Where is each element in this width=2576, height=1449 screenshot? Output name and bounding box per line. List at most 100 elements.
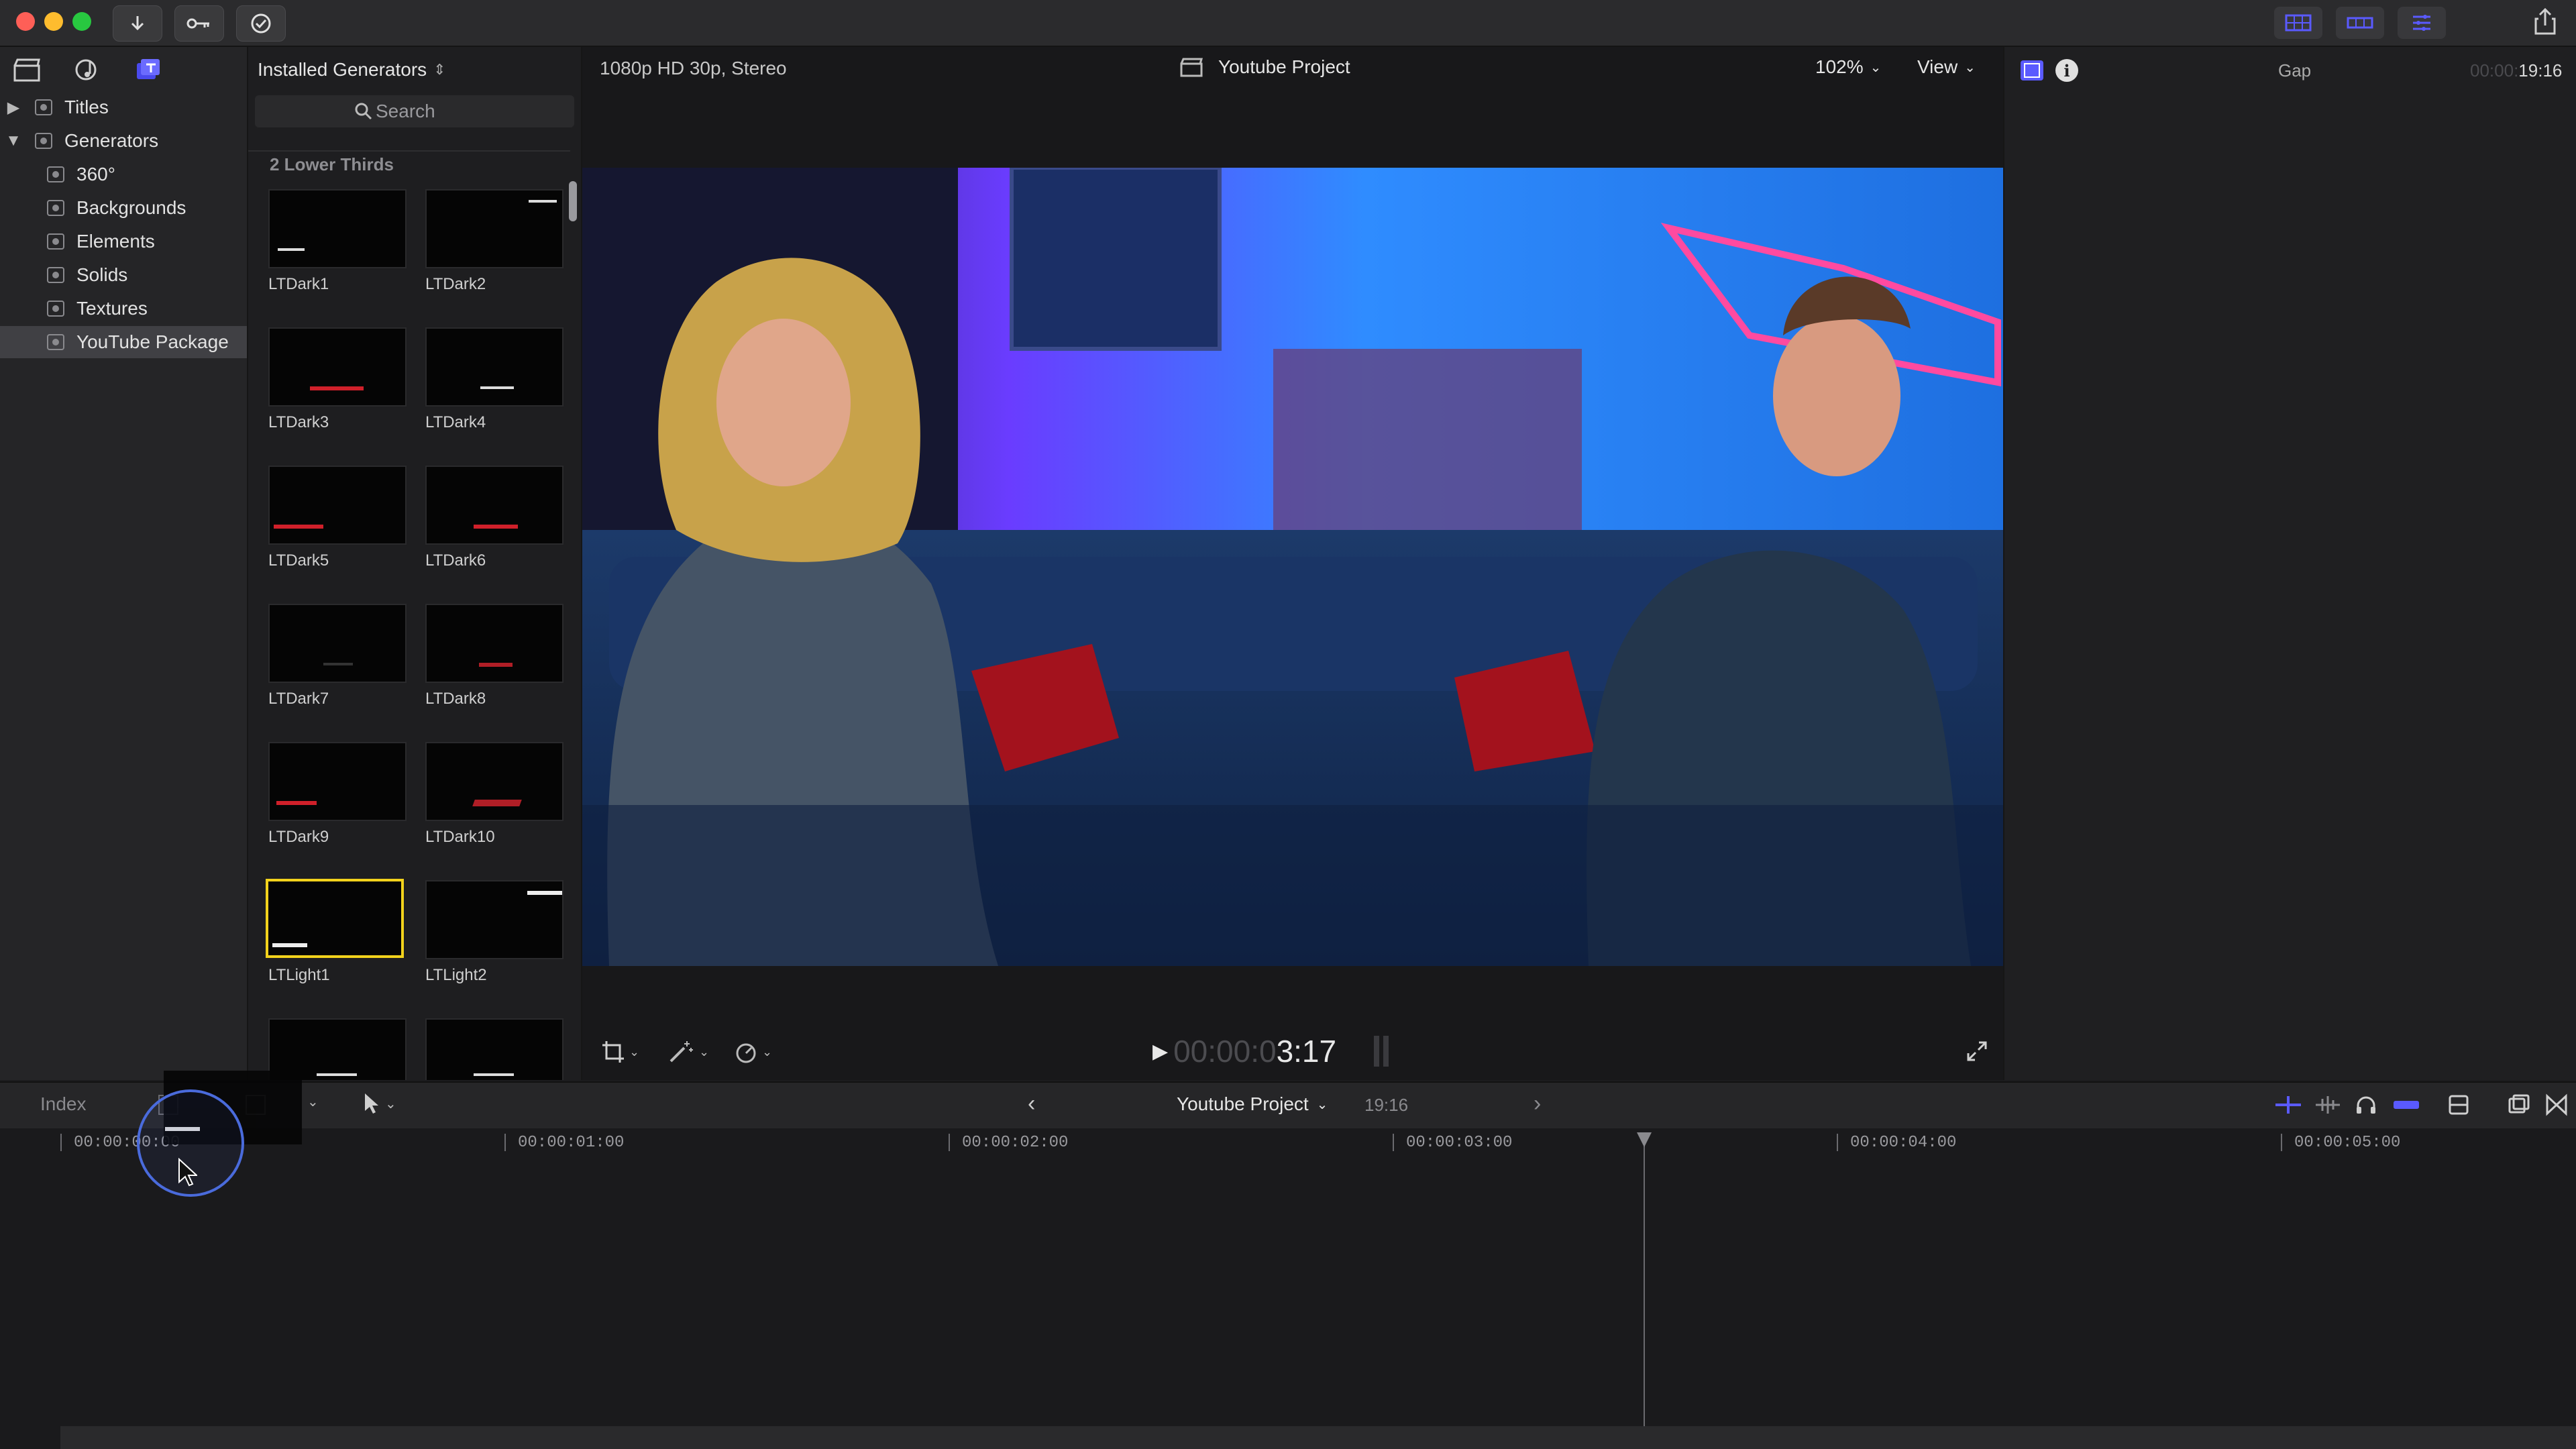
ruler-label: 00:00:03:00 <box>1406 1134 1513 1152</box>
browser-header: Installed Generators <box>258 59 427 80</box>
sidebar-item-label: 360° <box>76 164 115 184</box>
keywords-button[interactable] <box>174 5 224 42</box>
category-icon <box>47 166 64 182</box>
timeline-area[interactable] <box>0 1128 2576 1449</box>
chevron-down-icon: ⌄ <box>1870 60 1882 75</box>
ruler-tick <box>1837 1134 1838 1151</box>
thumb-label: LTDark5 <box>268 551 329 570</box>
generator-thumb-ltdark9[interactable] <box>268 742 407 821</box>
titles-generators-icon <box>137 59 160 79</box>
view-options-popup[interactable]: View ⌄ <box>1917 56 1976 78</box>
sidebar-item-360[interactable]: 360° <box>0 158 247 191</box>
info-icon[interactable]: i <box>2055 59 2078 82</box>
thumb-label: LTDark4 <box>425 413 486 431</box>
clip-appearance-icon <box>2449 1095 2469 1115</box>
timeline-forward-button[interactable]: › <box>1534 1091 1541 1117</box>
lower-third-bar <box>272 943 307 947</box>
sidebar-item-solids[interactable]: Solids <box>0 259 247 291</box>
speedometer-icon <box>736 1043 756 1063</box>
libraries-tab[interactable] <box>12 56 43 85</box>
sidebar-item-label: Textures <box>76 298 148 319</box>
lower-third-bar <box>323 663 353 665</box>
sidebar-item-elements[interactable]: Elements <box>0 225 247 258</box>
thumb-label: LTLight2 <box>425 966 487 984</box>
skimmer-line[interactable] <box>1644 1134 1645 1449</box>
snapping-toggle[interactable] <box>2392 1095 2420 1118</box>
select-tool-menu[interactable]: ⌄ <box>362 1092 396 1115</box>
sidebar-item-label: Titles <box>64 97 109 117</box>
share-button[interactable] <box>2533 7 2560 38</box>
retime-menu[interactable]: ⌄ <box>734 1040 772 1064</box>
browser-scrollbar[interactable] <box>569 181 577 221</box>
disclosure-right-icon[interactable]: ▶ <box>5 98 21 117</box>
titles-generators-tab[interactable] <box>133 56 164 85</box>
zoom-popup[interactable]: 102% ⌄ <box>1815 56 1881 78</box>
video-frame[interactable] <box>582 168 2003 966</box>
generator-thumb-ltdark6[interactable] <box>425 466 564 545</box>
minimize-window-button[interactable] <box>44 12 63 31</box>
timeline-scrollbar[interactable] <box>60 1426 2576 1449</box>
generator-thumb-ltdark10[interactable] <box>425 742 564 821</box>
audio-skimming-toggle[interactable] <box>2314 1095 2341 1118</box>
download-arrow-icon <box>131 16 144 31</box>
timeline-layout-icon <box>2347 17 2373 29</box>
generator-thumb-ltdark8[interactable] <box>425 604 564 683</box>
background-tasks-button[interactable] <box>236 5 286 42</box>
ruler-tick <box>949 1134 950 1151</box>
import-media-button[interactable] <box>113 5 162 42</box>
sidebar-item-generators[interactable]: ▼ Generators <box>0 125 247 157</box>
toggle-inspector-button[interactable] <box>2398 7 2446 39</box>
chevron-down-icon: ⌄ <box>699 1044 710 1059</box>
fullscreen-button[interactable] <box>1966 1040 1988 1066</box>
clip-appearance-button[interactable] <box>2447 1093 2470 1120</box>
solo-toggle[interactable] <box>2355 1093 2377 1120</box>
generator-thumb-ltdark2[interactable] <box>425 189 564 268</box>
timeline-project-popup[interactable]: Youtube Project ⌄ <box>1177 1093 1328 1115</box>
toggle-timeline-button[interactable] <box>2336 7 2384 39</box>
generator-thumb-ltdark4[interactable] <box>425 327 564 407</box>
generator-thumb-ltdark7[interactable] <box>268 604 407 683</box>
search-field[interactable]: Search <box>255 95 574 127</box>
sidebar-item-textures[interactable]: Textures <box>0 292 247 325</box>
generator-thumb-ltdark3[interactable] <box>268 327 407 407</box>
generator-thumb-ltdark1[interactable] <box>268 189 407 268</box>
effects-browser-button[interactable] <box>2508 1093 2530 1120</box>
checkmark-circle-icon <box>251 13 271 34</box>
lower-third-bar <box>310 386 364 390</box>
generator-thumb-partial[interactable] <box>425 1018 564 1080</box>
toggle-browser-button[interactable] <box>2274 7 2322 39</box>
chevron-down-icon[interactable]: ⌄ <box>307 1093 319 1110</box>
sidebar-item-titles[interactable]: ▶ Titles <box>0 91 247 123</box>
transitions-browser-button[interactable] <box>2545 1093 2568 1120</box>
ruler-label: 00:00:02:00 <box>962 1134 1069 1152</box>
video-scope-toggle[interactable] <box>2274 1095 2302 1118</box>
video-frame-image <box>582 168 2003 966</box>
generator-thumb-ltdark5[interactable] <box>268 466 407 545</box>
photos-music-icon <box>75 59 97 80</box>
transform-crop-menu[interactable]: ⌄ <box>601 1040 639 1064</box>
clapperboard-icon <box>13 58 40 82</box>
generator-thumb-ltlight1[interactable] <box>266 879 404 958</box>
thumb-label: LTDark7 <box>268 690 329 708</box>
generators-browser: Installed Generators ⇕ Search 2 Lower Th… <box>247 47 581 1080</box>
generator-thumb-ltlight2[interactable] <box>425 880 564 959</box>
ruler-tick <box>60 1134 62 1151</box>
index-button[interactable]: Index <box>40 1093 87 1115</box>
sidebar-item-youtube-package[interactable]: YouTube Package <box>0 326 247 358</box>
sidebar-item-label: Elements <box>76 231 155 252</box>
close-window-button[interactable] <box>16 12 35 31</box>
info-inspector-tab[interactable] <box>2021 60 2043 80</box>
disclosure-down-icon[interactable]: ▼ <box>5 131 21 150</box>
duration-dim: 00:00: <box>2470 60 2519 80</box>
generators-source-popup[interactable]: Installed Generators ⇕ <box>258 56 446 83</box>
ruler-tick <box>504 1134 506 1151</box>
enhancements-menu[interactable]: ⌄ <box>668 1040 709 1064</box>
sidebar-item-backgrounds[interactable]: Backgrounds <box>0 192 247 224</box>
share-icon <box>2534 7 2556 35</box>
chevron-down-icon: ⌄ <box>385 1096 396 1112</box>
play-button[interactable]: ▶ <box>1152 1040 1168 1063</box>
transitions-icon <box>2546 1093 2567 1116</box>
zoom-window-button[interactable] <box>72 12 91 31</box>
timeline-back-button[interactable]: ‹ <box>1028 1091 1035 1117</box>
photos-audio-tab[interactable] <box>72 56 103 85</box>
